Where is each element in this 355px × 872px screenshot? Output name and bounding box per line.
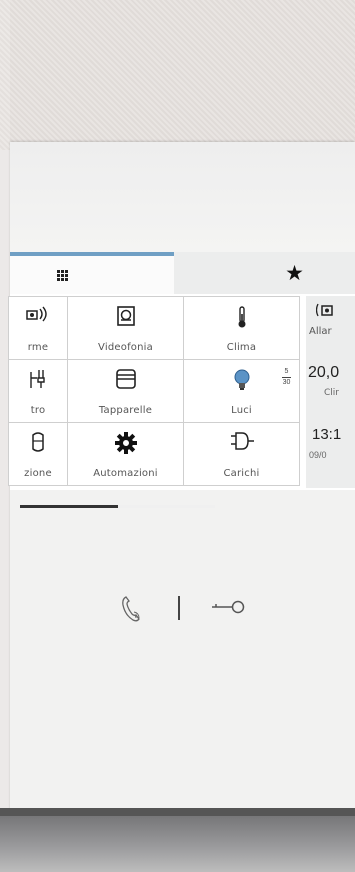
climate-label: Clir — [324, 388, 339, 398]
tile-label: Videofonia — [98, 342, 153, 353]
tile-label: rme — [27, 342, 49, 353]
tile-climate[interactable]: Clima — [183, 296, 300, 360]
tile-lights[interactable]: 5 30 Luci — [183, 359, 300, 423]
status-panel: Allar 20,0 Clir 13:1 09/0 — [306, 296, 355, 488]
tile-label: zione — [24, 468, 52, 479]
lights-on-count: 5 — [284, 368, 289, 375]
device-bottom-edge — [0, 808, 355, 872]
shutter-icon — [68, 368, 183, 390]
gear-icon — [68, 431, 183, 455]
alarm-status-icon — [315, 302, 355, 325]
clock-time: 13:1 — [312, 426, 342, 443]
tile-label: Luci — [231, 405, 252, 416]
tab-bar: ★ — [10, 252, 355, 294]
tab-favorites[interactable]: ★ — [174, 252, 355, 294]
controls-divider — [178, 596, 180, 620]
thermometer-icon — [184, 305, 299, 329]
device-top-surface — [10, 142, 355, 252]
tile-automations[interactable]: Automazioni — [67, 422, 184, 486]
function-grid: rme Videofonia Clima tro Tapparelle 5 30… — [8, 296, 300, 488]
star-icon: ★ — [285, 261, 304, 285]
tile-loads[interactable]: Carichi — [183, 422, 300, 486]
videophone-icon — [68, 305, 183, 327]
lights-total-count: 30 — [282, 379, 291, 386]
alarm-icon — [9, 305, 67, 327]
tile-label: Tapparelle — [98, 405, 153, 416]
motion-icon — [9, 431, 67, 453]
grid-icon — [56, 269, 68, 281]
tile-motion[interactable]: zione — [8, 422, 68, 486]
handset-icon[interactable] — [120, 594, 144, 629]
tab-grid[interactable] — [10, 252, 174, 294]
device-controls — [10, 590, 355, 630]
tile-label: tro — [30, 405, 46, 416]
tile-label: Carichi — [223, 468, 260, 479]
plug-sensor-icon — [9, 368, 67, 392]
scrollbar-thumb[interactable] — [20, 505, 118, 508]
clock-date: 09/0 — [309, 450, 327, 460]
wall-background — [0, 0, 355, 872]
key-icon[interactable] — [210, 598, 246, 621]
tile-shutters[interactable]: Tapparelle — [67, 359, 184, 423]
tile-videophone[interactable]: Videofonia — [67, 296, 184, 360]
tile-label: Automazioni — [93, 468, 158, 479]
lights-on-counter: 5 30 — [282, 368, 291, 387]
tile-alarm[interactable]: rme — [8, 296, 68, 360]
power-plug-icon — [184, 431, 299, 451]
temperature-value: 20,0 — [308, 364, 340, 381]
tile-label: Clima — [226, 342, 257, 353]
page-scrollbar[interactable] — [20, 505, 215, 508]
alarm-status-label: Allar — [309, 326, 332, 337]
tile-sensor[interactable]: tro — [8, 359, 68, 423]
touch-screen: ★ rme Videofonia Clima tro Tapparelle 5 … — [8, 252, 355, 490]
